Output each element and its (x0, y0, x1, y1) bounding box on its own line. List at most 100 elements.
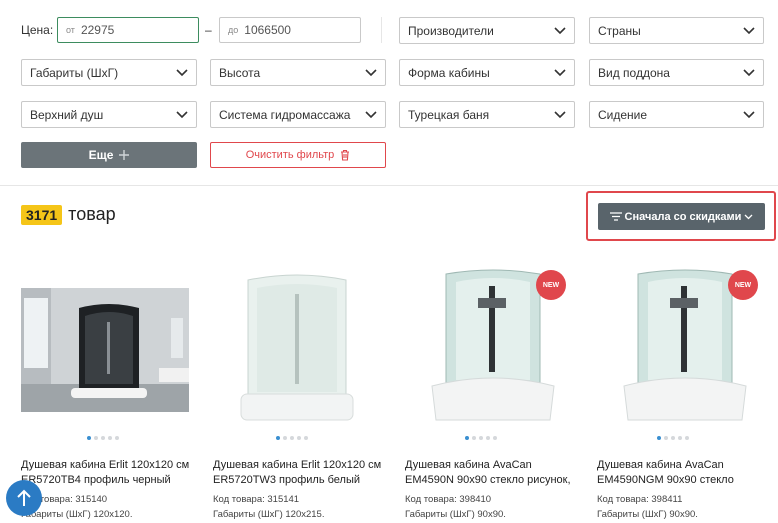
dot[interactable] (290, 436, 294, 440)
select-manufacturers[interactable]: Производители (399, 17, 575, 44)
product-code: Код товара: 315140 (21, 494, 108, 505)
select-top-shower[interactable]: Верхний душ (21, 101, 197, 128)
product-title[interactable]: Душевая кабина AvaCan EM4590NGM 90x90 ст… (597, 458, 773, 488)
chevron-down-icon (365, 68, 377, 76)
select-seat[interactable]: Сидение (589, 101, 764, 128)
price-from-input[interactable]: от 22975 (57, 17, 199, 43)
product-title-line: Душевая кабина AvaCan (405, 459, 532, 471)
chevron-down-icon (554, 26, 566, 34)
product-title-line: ER5720TB4 профиль черный (21, 474, 171, 486)
dot[interactable] (671, 436, 675, 440)
results-count: 3171 товар (21, 204, 116, 225)
product-title[interactable]: Душевая кабина Erlit 120x120 см ER5720TW… (213, 458, 393, 488)
clear-filter-button[interactable]: Очистить фильтр (210, 142, 386, 168)
dot[interactable] (657, 436, 661, 440)
dot[interactable] (486, 436, 490, 440)
select-label: Система гидромассажа (219, 107, 351, 122)
product-title[interactable]: Душевая кабина Erlit 120x120 см ER5720TB… (21, 458, 201, 488)
section-divider (0, 185, 778, 186)
chevron-down-icon (743, 68, 755, 76)
product-title-line: Душевая кабина AvaCan (597, 459, 724, 471)
product-card: Душевая кабина Erlit 120x120 см ER5720TB… (21, 458, 201, 522)
product-card: Душевая кабина Erlit 120x120 см ER5720TW… (213, 458, 393, 522)
product-card: Душевая кабина AvaCan EM4590N 90x90 стек… (405, 458, 585, 522)
dot[interactable] (101, 436, 105, 440)
price-to-prefix: до (228, 25, 239, 35)
arrow-up-icon (17, 489, 31, 506)
count-badge: 3171 (21, 204, 63, 225)
image-dots[interactable] (657, 436, 689, 440)
product-title-line: ER5720TW3 профиль белый (213, 474, 361, 486)
filter-divider (381, 17, 382, 43)
select-label: Форма кабины (408, 65, 490, 80)
chevron-down-icon (176, 110, 188, 118)
dot[interactable] (465, 436, 469, 440)
select-label: Страны (598, 23, 641, 38)
chevron-down-icon (743, 110, 755, 118)
new-badge: NEW (536, 270, 566, 300)
price-from-prefix: от (66, 25, 75, 35)
dot[interactable] (472, 436, 476, 440)
plus-icon (119, 150, 130, 160)
image-dots[interactable] (87, 436, 119, 440)
price-label: Цена: (21, 23, 54, 37)
product-dims: Габариты (ШхГ) 120x215. (213, 509, 325, 520)
sort-dropdown[interactable]: Сначала со скидками (598, 203, 765, 230)
shower-photo-icon (240, 274, 354, 421)
more-filters-button[interactable]: Еще (21, 142, 197, 168)
select-label: Высота (219, 65, 261, 80)
count-unit: товар (68, 204, 116, 224)
select-label: Вид поддона (598, 65, 670, 80)
dot[interactable] (297, 436, 301, 440)
image-dots[interactable] (465, 436, 497, 440)
select-cabin-shape[interactable]: Форма кабины (399, 59, 575, 86)
select-label: Производители (408, 23, 494, 38)
select-height[interactable]: Высота (210, 59, 386, 86)
product-dims: Габариты (ШхГ) 90x90. (405, 509, 506, 520)
select-dimensions[interactable]: Габариты (ШхГ) (21, 59, 197, 86)
product-dims: Габариты (ШхГ) 90x90. (597, 509, 698, 520)
dot[interactable] (479, 436, 483, 440)
dot[interactable] (94, 436, 98, 440)
select-tray-type[interactable]: Вид поддона (589, 59, 764, 86)
product-title-line: Душевая кабина Erlit 120x120 см (21, 459, 190, 471)
trash-icon (341, 149, 350, 161)
select-label: Сидение (598, 107, 648, 122)
chevron-down-icon (554, 110, 566, 118)
price-dash: – (205, 23, 212, 37)
sort-lines-icon (610, 212, 622, 221)
dot[interactable] (283, 436, 287, 440)
dot[interactable] (115, 436, 119, 440)
product-title-line: EM4590N 90x90 стекло рисунок, (405, 474, 571, 486)
clear-label: Очистить фильтр (245, 149, 335, 161)
dot[interactable] (108, 436, 112, 440)
dot[interactable] (685, 436, 689, 440)
product-title-line: Душевая кабина Erlit 120x120 см (213, 459, 382, 471)
dot[interactable] (678, 436, 682, 440)
scroll-top-button[interactable] (6, 480, 42, 516)
image-dots[interactable] (276, 436, 308, 440)
select-countries[interactable]: Страны (589, 17, 764, 44)
chevron-down-icon (176, 68, 188, 76)
product-title[interactable]: Душевая кабина AvaCan EM4590N 90x90 стек… (405, 458, 585, 488)
chevron-down-icon (365, 110, 377, 118)
select-turkish-bath[interactable]: Турецкая баня (399, 101, 575, 128)
product-image[interactable] (213, 272, 381, 424)
product-image[interactable] (21, 288, 189, 412)
product-dims: Габариты (ШхГ) 120x120. (21, 509, 133, 520)
chevron-down-icon (743, 26, 755, 34)
dot[interactable] (664, 436, 668, 440)
select-hydromassage[interactable]: Система гидромассажа (210, 101, 386, 128)
sort-label: Сначала со скидками (624, 210, 742, 223)
price-from-value: 22975 (80, 23, 115, 37)
chevron-down-icon (744, 214, 753, 219)
product-code: Код товара: 398410 (405, 494, 492, 505)
price-to-input[interactable]: до 1066500 (219, 17, 361, 43)
product-code: Код товара: 398411 (597, 494, 683, 505)
dot[interactable] (87, 436, 91, 440)
product-title-line: EM4590NGM 90x90 стекло (597, 474, 734, 486)
dot[interactable] (304, 436, 308, 440)
dot[interactable] (276, 436, 280, 440)
dot[interactable] (493, 436, 497, 440)
product-code: Код товара: 315141 (213, 494, 300, 505)
